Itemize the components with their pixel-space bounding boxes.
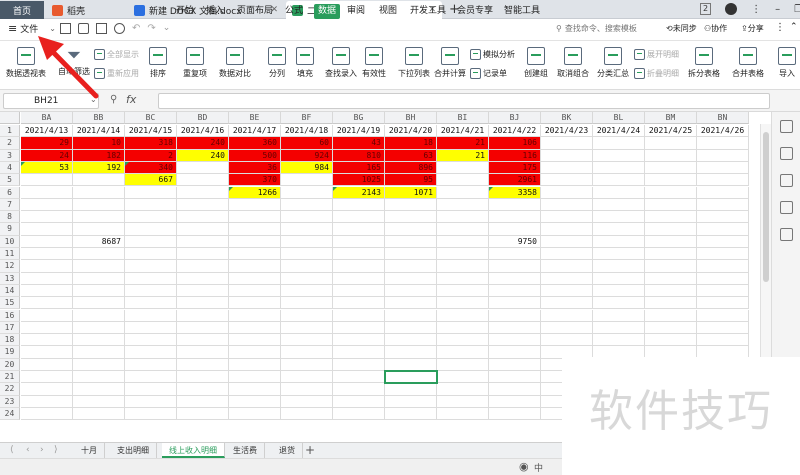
watermark: 软件技巧 [562, 357, 800, 475]
